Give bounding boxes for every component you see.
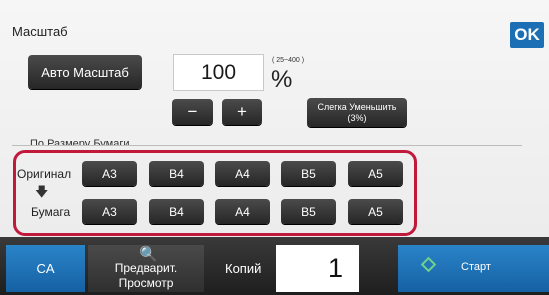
copies-input[interactable]: 1 — [276, 245, 359, 292]
start-label: Старт — [461, 261, 491, 273]
auto-scale-button[interactable]: Авто Масштаб — [28, 55, 142, 89]
start-button[interactable]: Старт — [398, 245, 549, 292]
scale-range-hint: ( 25~400 ) — [272, 57, 305, 64]
slight-reduce-button[interactable]: Слегка Уменьшить (3%) — [307, 98, 407, 127]
paper-size-b5-button[interactable]: B5 — [281, 199, 336, 224]
preview-button[interactable]: 🔍 Предварит. Просмотр — [88, 245, 204, 292]
original-size-b4-button[interactable]: B4 — [149, 161, 204, 186]
ok-button[interactable]: OK — [510, 22, 544, 48]
section-divider — [12, 145, 522, 146]
down-arrow-icon: 🡇 — [35, 184, 49, 199]
slight-reduce-percent: (3%) — [347, 112, 367, 123]
increase-scale-button[interactable]: + — [222, 99, 262, 125]
decrease-scale-button[interactable]: − — [172, 99, 213, 125]
paper-size-a5-button[interactable]: A5 — [348, 199, 403, 224]
slight-reduce-label: Слегка Уменьшить — [317, 101, 397, 112]
paper-size-label: Бумага — [31, 205, 71, 219]
original-size-a4-button[interactable]: A4 — [215, 161, 270, 186]
paper-size-a3-button[interactable]: A3 — [82, 199, 137, 224]
scale-value-input[interactable]: 100 — [173, 54, 264, 91]
paper-size-a4-button[interactable]: A4 — [215, 199, 270, 224]
clear-all-button[interactable]: CA — [6, 245, 85, 292]
start-diamond-icon — [420, 256, 437, 273]
preview-label: Предварит. Просмотр — [114, 261, 178, 290]
paper-size-b4-button[interactable]: B4 — [149, 199, 204, 224]
percent-sign: % — [271, 66, 293, 93]
original-size-b5-button[interactable]: B5 — [281, 161, 336, 186]
original-size-a3-button[interactable]: A3 — [82, 161, 137, 186]
fit-to-paper-label: По Размеру Бумаги — [30, 138, 130, 145]
original-size-a5-button[interactable]: A5 — [348, 161, 403, 186]
original-size-label: Оригинал — [17, 167, 72, 181]
page-title: Масштаб — [12, 24, 68, 39]
copies-label: Копий — [225, 261, 262, 276]
